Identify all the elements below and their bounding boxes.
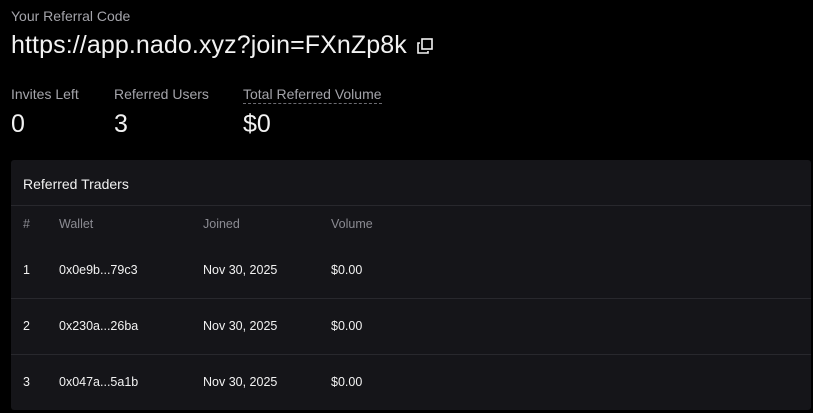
row-index: 2 xyxy=(23,319,30,333)
row-volume: $0.00 xyxy=(331,319,363,333)
column-header-joined: Joined xyxy=(203,217,240,231)
table-row: 2 0x230a...26ba Nov 30, 2025 $0.00 xyxy=(11,298,811,355)
table-row: 3 0x047a...5a1b Nov 30, 2025 $0.00 xyxy=(11,354,811,410)
referred-traders-panel: Referred Traders # Wallet Joined Volume … xyxy=(11,160,811,410)
stat-invites-left: Invites Left 0 xyxy=(11,86,79,139)
referred-users-value: 3 xyxy=(114,110,128,138)
row-wallet: 0x047a...5a1b xyxy=(59,375,139,389)
column-header-volume: Volume xyxy=(331,217,373,231)
referred-users-label: Referred Users xyxy=(114,86,209,102)
referred-traders-title: Referred Traders xyxy=(23,176,129,192)
row-joined: Nov 30, 2025 xyxy=(203,375,278,389)
invites-left-value: 0 xyxy=(11,110,25,138)
panel-divider xyxy=(11,205,811,206)
row-index: 3 xyxy=(23,375,30,389)
invites-left-label: Invites Left xyxy=(11,86,79,102)
row-joined: Nov 30, 2025 xyxy=(203,319,278,333)
stat-referred-users: Referred Users 3 xyxy=(114,86,209,139)
total-referred-volume-value: $0 xyxy=(243,110,271,138)
row-joined: Nov 30, 2025 xyxy=(203,263,278,277)
table-row: 1 0x0e9b...79c3 Nov 30, 2025 $0.00 xyxy=(11,242,811,299)
stat-total-referred-volume: Total Referred Volume $0 xyxy=(243,86,382,139)
total-referred-volume-label[interactable]: Total Referred Volume xyxy=(243,86,382,104)
row-wallet: 0x0e9b...79c3 xyxy=(59,263,138,277)
row-wallet: 0x230a...26ba xyxy=(59,319,139,333)
row-volume: $0.00 xyxy=(331,375,363,389)
referral-code-row: https://app.nado.xyz?join=FXnZp8k xyxy=(11,31,435,60)
copy-icon[interactable] xyxy=(415,36,435,56)
column-header-index: # xyxy=(23,217,30,231)
referral-code-label: Your Referral Code xyxy=(11,8,131,24)
row-volume: $0.00 xyxy=(331,263,363,277)
column-header-wallet: Wallet xyxy=(59,217,94,231)
row-index: 1 xyxy=(23,263,30,277)
referral-code-link[interactable]: https://app.nado.xyz?join=FXnZp8k xyxy=(11,31,407,60)
